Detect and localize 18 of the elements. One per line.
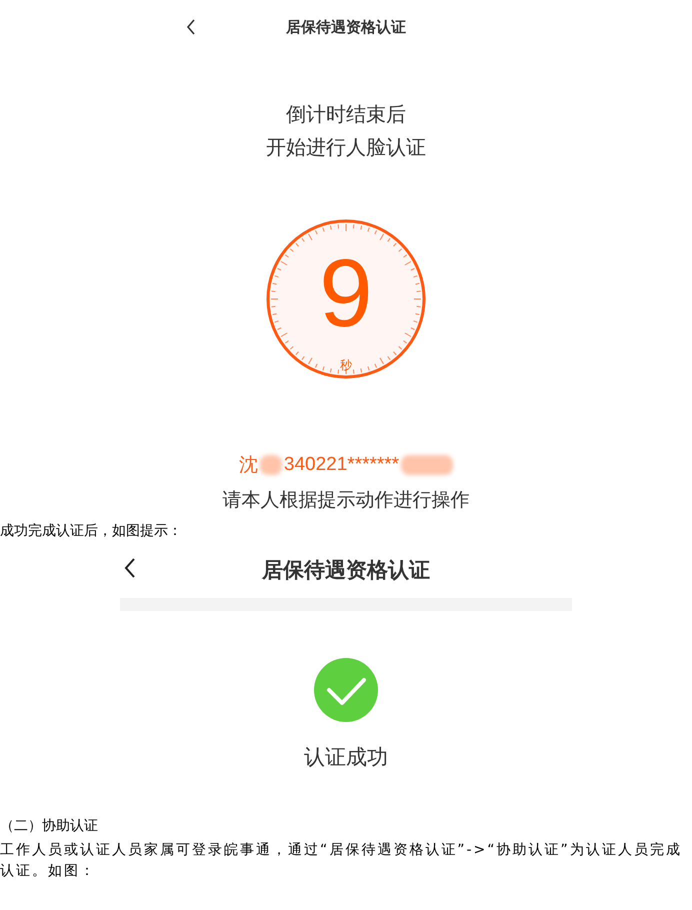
status-text: 认证成功 xyxy=(304,744,388,771)
prompt-text: 开始进行人脸认证 xyxy=(266,134,426,161)
prompt-text: 倒计时结束后 xyxy=(285,101,407,128)
user-name: 沈 xyxy=(238,454,258,478)
section-heading: （二）协助认证 xyxy=(0,817,99,836)
seconds-label: 秒 xyxy=(340,358,352,372)
back-icon[interactable] xyxy=(124,558,136,578)
screen-title: 居保待遇资格认证 xyxy=(262,557,430,584)
screen-title: 居保待遇资格认证 xyxy=(286,18,406,37)
success-check-icon xyxy=(314,658,378,722)
redaction-blur xyxy=(401,455,454,475)
id-number: 340221******* xyxy=(284,454,400,476)
back-icon[interactable] xyxy=(186,19,196,35)
countdown-number: 9 xyxy=(319,249,373,339)
instruction-text: 请本人根据提示动作进行操作 xyxy=(222,488,470,513)
paragraph-text: 工作人员或认证人员家属可登录皖事通，通过“居保待遇资格认证”->“协助认证”为认证人员完成认证。如图： xyxy=(0,841,683,881)
caption-text: 成功完成认证后，如图提示： xyxy=(0,522,183,541)
redaction-blur xyxy=(260,455,282,475)
